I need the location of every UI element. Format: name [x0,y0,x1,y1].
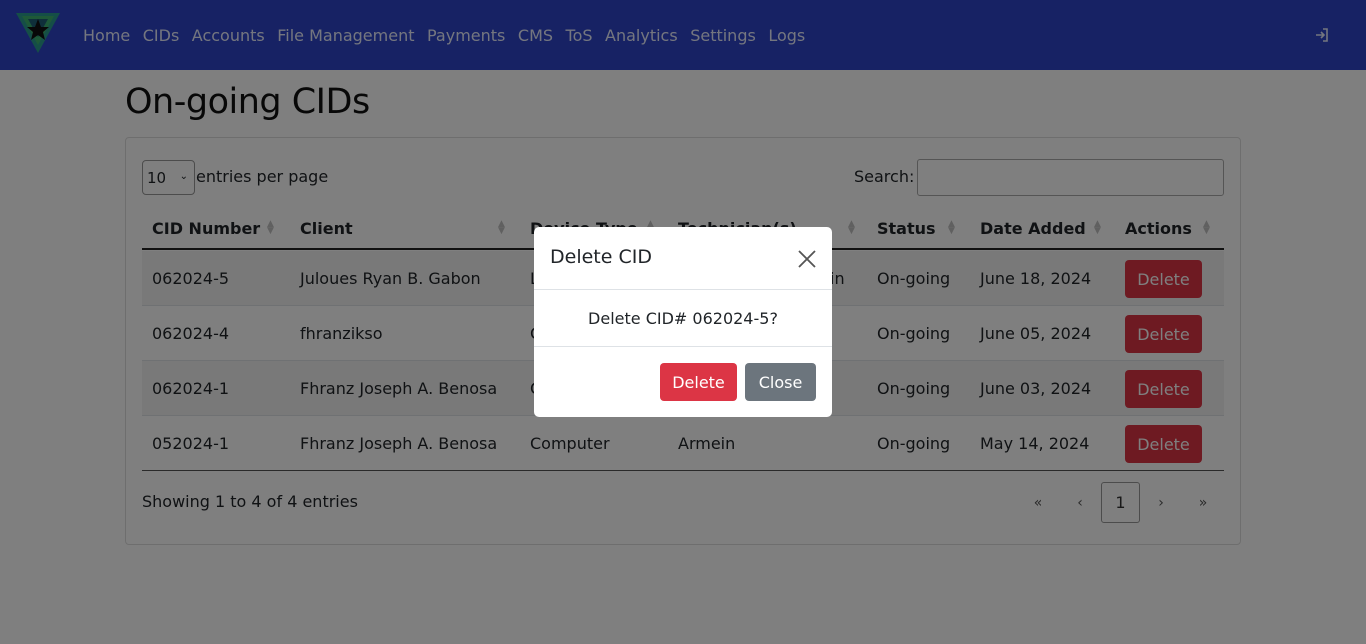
modal-title: Delete CID [550,246,652,268]
modal-header: Delete CID [534,227,832,290]
close-button[interactable]: Close [745,363,816,401]
confirm-delete-button[interactable]: Delete [660,363,737,401]
modal-message: Delete CID# 062024-5? [534,290,832,347]
close-icon[interactable] [797,249,817,269]
delete-cid-modal: Delete CID Delete CID# 062024-5? Delete … [534,227,832,417]
